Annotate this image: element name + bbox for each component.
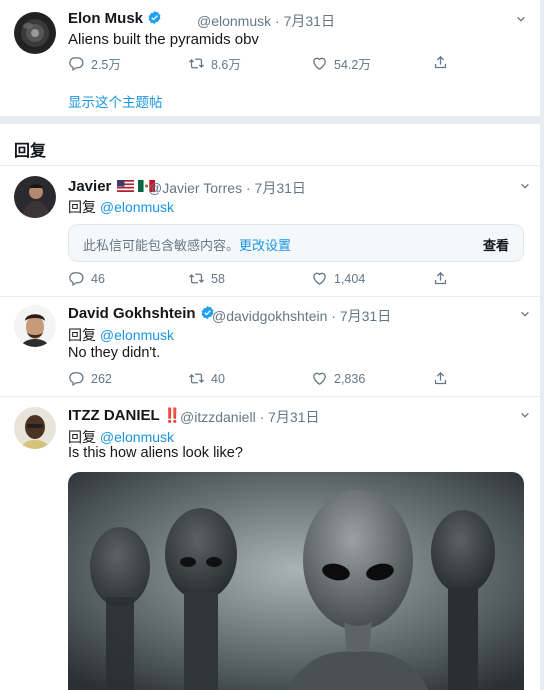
tweet-actions: 262 40 2,836 — [68, 370, 468, 390]
tweet-actions: 2.5万 8.6万 54.2万 — [68, 54, 468, 74]
replies-header: 回复 — [14, 143, 47, 160]
reply-icon — [68, 370, 85, 387]
tweet-actions: 46 58 1,404 — [68, 270, 468, 290]
replying-to-label: 回复 — [68, 429, 96, 445]
author-name-text[interactable]: David Gokhshtein — [68, 305, 196, 322]
retweet-count: 8.6万 — [211, 58, 241, 72]
double-exclamation-icon: ‼️ — [163, 407, 181, 423]
author-name[interactable]: Javier — [68, 178, 155, 195]
heart-icon — [311, 55, 328, 72]
share-button[interactable] — [432, 270, 449, 287]
view-button[interactable]: 查看 — [483, 235, 509, 254]
avatar[interactable] — [14, 12, 56, 54]
retweet-button[interactable]: 8.6万 — [188, 54, 241, 73]
author-name-text[interactable]: Elon Musk — [68, 10, 143, 27]
share-icon — [432, 270, 449, 287]
aliens-photo — [68, 472, 524, 690]
replying-to-label: 回复 — [68, 327, 96, 343]
divider — [0, 296, 540, 297]
show-thread-link[interactable]: 显示这个主题帖 — [68, 91, 163, 111]
retweet-icon — [188, 370, 205, 387]
retweet-button[interactable]: 58 — [188, 270, 225, 287]
sensitive-message: 此私信可能包含敏感内容。更改设置 — [83, 235, 291, 254]
retweet-count: 58 — [211, 271, 225, 286]
us-flag-icon — [116, 180, 134, 192]
reply-icon — [68, 270, 85, 287]
replying-to: 回复 @elonmusk — [68, 325, 174, 345]
reply-button[interactable]: 2.5万 — [68, 54, 121, 73]
share-icon — [432, 370, 449, 387]
reply-button[interactable]: 262 — [68, 370, 112, 387]
reply-icon — [68, 55, 85, 72]
author-handle[interactable]: @davidgokhshtein · 7月31日 — [212, 306, 391, 326]
mention-link[interactable]: @elonmusk — [100, 327, 174, 343]
reply-count: 46 — [91, 271, 105, 286]
avatar[interactable] — [14, 176, 56, 218]
tweet-media-image[interactable] — [68, 472, 524, 690]
mention-link[interactable]: @elonmusk — [100, 199, 174, 215]
like-count: 1,404 — [334, 271, 366, 286]
replying-to: 回复 @elonmusk — [68, 427, 174, 447]
share-button[interactable] — [432, 370, 449, 387]
author-handle[interactable]: @elonmusk — [197, 13, 271, 29]
like-count: 2,836 — [334, 371, 366, 386]
tweet-text: Is this how aliens look like? — [68, 445, 243, 461]
heart-icon — [311, 370, 328, 387]
reply-count: 2.5万 — [91, 58, 121, 72]
retweet-icon — [188, 55, 205, 72]
replying-to: 回复 @elonmusk — [68, 197, 174, 217]
tweet-date[interactable]: · 7月31日 — [275, 13, 335, 29]
mention-link[interactable]: @elonmusk — [100, 429, 174, 445]
author-name-text[interactable]: ITZZ DANIEL — [68, 407, 159, 424]
tweet-text: Aliens built the pyramids obv — [68, 31, 259, 48]
avatar[interactable] — [14, 407, 56, 449]
retweet-button[interactable]: 40 — [188, 370, 225, 387]
verified-icon — [147, 10, 162, 25]
chevron-down-icon[interactable] — [516, 14, 526, 24]
reply-button[interactable]: 46 — [68, 270, 105, 287]
author-name[interactable]: David Gokhshtein — [68, 305, 215, 322]
like-button[interactable]: 54.2万 — [311, 54, 371, 73]
share-button[interactable] — [432, 54, 449, 71]
divider — [0, 165, 540, 166]
scroll-gutter — [540, 0, 544, 690]
chevron-down-icon[interactable] — [520, 181, 530, 191]
like-button[interactable]: 1,404 — [311, 270, 365, 287]
retweet-count: 40 — [211, 371, 225, 386]
like-button[interactable]: 2,836 — [311, 370, 365, 387]
author-handle[interactable]: @itzzdaniell · 7月31日 — [180, 407, 320, 427]
main-tweet[interactable]: Elon Musk @elonmusk · 7月31日 Aliens built… — [0, 0, 540, 116]
chevron-down-icon[interactable] — [520, 410, 530, 420]
reply-count: 262 — [91, 371, 112, 386]
sensitive-content-notice: 此私信可能包含敏感内容。更改设置 查看 — [68, 224, 524, 262]
heart-icon — [311, 270, 328, 287]
sensitive-text: 此私信可能包含敏感内容。 — [83, 238, 240, 253]
avatar[interactable] — [14, 305, 56, 347]
author-handle[interactable]: @Javier Torres · 7月31日 — [148, 178, 306, 198]
author-name[interactable]: ITZZ DANIEL ‼️ — [68, 407, 181, 424]
retweet-icon — [188, 270, 205, 287]
author-name[interactable]: Elon Musk — [68, 10, 162, 27]
replying-to-label: 回复 — [68, 199, 96, 215]
share-icon — [432, 54, 449, 71]
like-count: 54.2万 — [334, 58, 371, 72]
divider — [0, 396, 540, 397]
change-settings-link[interactable]: 更改设置 — [239, 238, 291, 253]
tweet-text: No they didn't. — [68, 345, 161, 361]
chevron-down-icon[interactable] — [520, 309, 530, 319]
author-name-text[interactable]: Javier — [68, 178, 111, 195]
